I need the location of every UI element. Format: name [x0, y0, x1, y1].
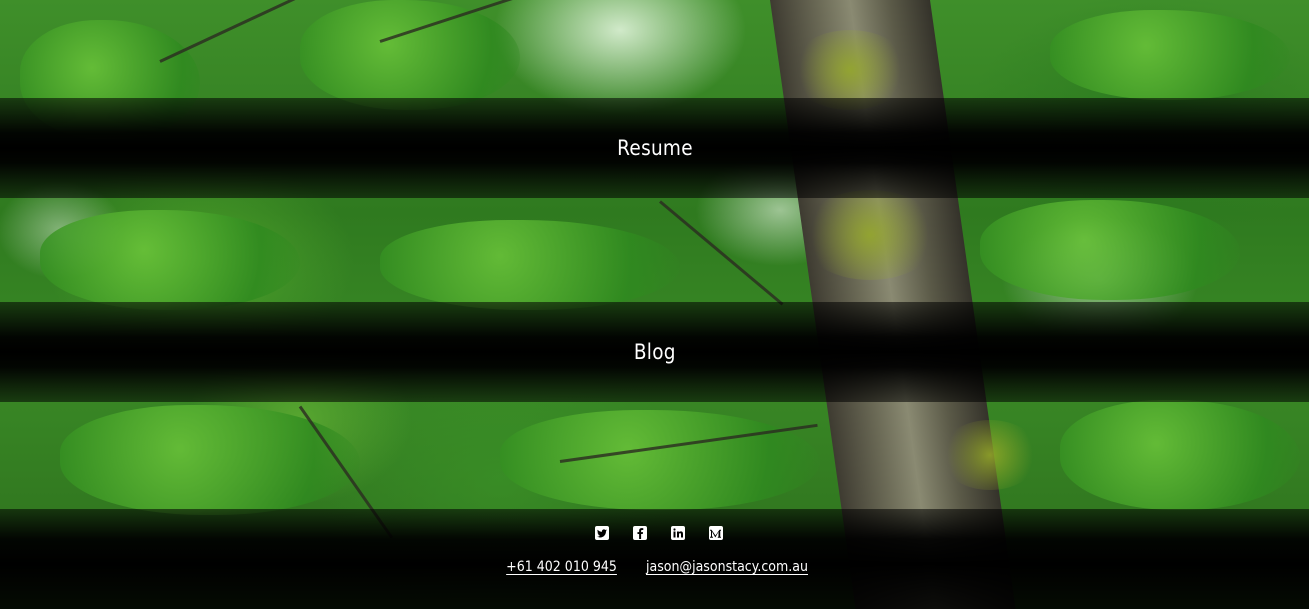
moss — [800, 190, 940, 280]
foliage — [1060, 400, 1300, 510]
moss — [940, 420, 1040, 490]
foliage — [1050, 10, 1290, 100]
linkedin-icon[interactable] — [670, 526, 685, 540]
phone-link[interactable]: +61 402 010 945 — [506, 559, 617, 575]
foliage — [980, 200, 1240, 300]
foliage — [60, 405, 360, 515]
branch — [659, 200, 784, 306]
facebook-icon[interactable] — [632, 526, 647, 540]
foliage — [300, 0, 520, 110]
foliage — [40, 210, 300, 310]
medium-icon[interactable] — [708, 526, 723, 540]
social-links — [0, 526, 1309, 540]
email-link[interactable]: jason@jasonstacy.com.au — [646, 559, 808, 575]
nav-blog-label: Blog — [633, 340, 676, 364]
nav-resume-label: Resume — [616, 136, 693, 160]
foliage — [500, 410, 820, 510]
footer: +61 402 010 945 jason@jasonstacy.com.au — [0, 509, 1309, 609]
foliage — [380, 220, 680, 310]
contact-links: +61 402 010 945 jason@jasonstacy.com.au — [0, 559, 1309, 575]
nav-blog-link[interactable]: Blog — [0, 302, 1309, 402]
twitter-icon[interactable] — [594, 526, 609, 540]
nav-resume-link[interactable]: Resume — [0, 98, 1309, 198]
forest-background: Resume Blog +61 402 010 945 jason@jasons… — [0, 0, 1309, 609]
